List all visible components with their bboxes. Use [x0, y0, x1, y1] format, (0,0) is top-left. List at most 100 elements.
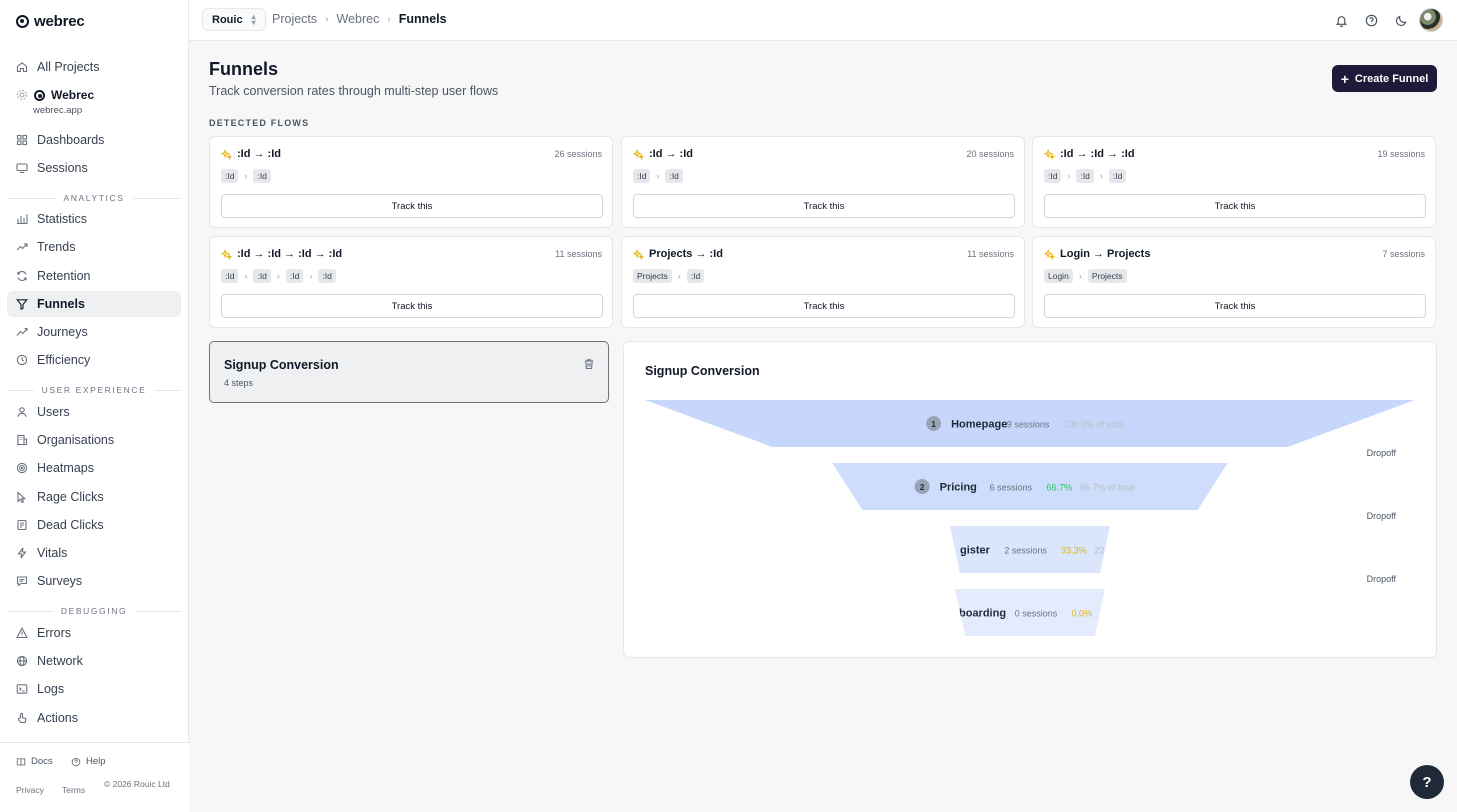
funnel-chart: 1 Homepage 9 sessions 100.0% of total Dropof… — [645, 400, 1415, 636]
funnel-list-item[interactable]: Signup Conversion 4 steps — [209, 341, 609, 403]
sidebar-item-label: Actions — [37, 711, 78, 725]
terms-link[interactable]: Terms — [62, 785, 85, 795]
moon-icon[interactable] — [1393, 12, 1409, 28]
chevron-right-icon: › — [244, 271, 248, 281]
sidebar-item-label: Surveys — [37, 574, 83, 588]
monitor-icon — [16, 162, 28, 174]
sidebar-item-label: Efficiency — [37, 353, 91, 367]
book-icon — [16, 757, 26, 767]
sidebar-item-journeys[interactable]: Journeys — [7, 319, 181, 345]
trash-icon[interactable] — [583, 358, 595, 370]
sidebar-item-actions[interactable]: Actions — [7, 705, 181, 731]
sidebar-item-funnels[interactable]: Funnels — [7, 291, 181, 317]
sidebar-item-label: Trends — [37, 240, 76, 254]
chevron-updown-icon: ▴ ▾ — [251, 11, 256, 27]
grid-icon — [16, 134, 28, 146]
settings-icon[interactable] — [16, 89, 28, 101]
bar-chart-icon — [16, 213, 28, 225]
step-label: Homepage — [951, 419, 1007, 431]
flow-card: :Id → :Id 20 sessions :Id › :Id Track th… — [621, 136, 1025, 228]
user-icon — [16, 406, 28, 418]
breadcrumb-projects[interactable]: Projects — [272, 12, 317, 26]
step-stat: 66.7% of total — [1080, 483, 1135, 493]
track-this-button[interactable]: Track this — [633, 194, 1015, 218]
chevron-right-icon: › — [276, 271, 280, 281]
sidebar-item-retention[interactable]: Retention — [7, 263, 181, 289]
brand-logo[interactable]: webrec — [16, 13, 85, 30]
sidebar-item-heatmaps[interactable]: Heatmaps — [7, 455, 181, 481]
sidebar-item-rage-clicks[interactable]: Rage Clicks — [7, 484, 181, 510]
sidebar-item-statistics[interactable]: Statistics — [7, 206, 181, 232]
sparkle-icon — [221, 248, 232, 260]
help-label: Help — [86, 756, 106, 767]
chevron-right-icon: › — [656, 171, 660, 181]
sidebar-item-label: Heatmaps — [37, 461, 94, 475]
sidebar-item-organisations[interactable]: Organisations — [7, 427, 181, 453]
track-this-button[interactable]: Track this — [221, 194, 603, 218]
sidebar-item-users[interactable]: Users — [7, 399, 181, 425]
track-this-button[interactable]: Track this — [633, 294, 1015, 318]
track-this-button[interactable]: Track this — [1044, 194, 1426, 218]
step-chip: :Id — [686, 269, 705, 283]
sidebar-item-dead-clicks[interactable]: Dead Clicks — [7, 512, 181, 538]
breadcrumb: Projects › Webrec › Funnels — [272, 12, 447, 26]
project-logo-icon — [34, 89, 45, 101]
docs-link[interactable]: Docs — [16, 756, 53, 767]
step-chip: :Id — [221, 269, 239, 283]
dropoff-label: Dropoff — [1367, 448, 1397, 458]
chevron-right-icon: › — [309, 271, 313, 281]
create-funnel-button[interactable]: + Create Funnel — [1332, 65, 1437, 92]
refresh-icon — [16, 270, 28, 282]
sidebar-item-errors[interactable]: Errors — [7, 620, 181, 646]
sparkle-icon — [633, 248, 644, 260]
help-link[interactable]: Help — [71, 756, 106, 767]
step-stat: 9 sessions — [1007, 420, 1050, 430]
help-icon[interactable] — [1363, 12, 1379, 28]
chat-help-icon: ? — [1422, 773, 1432, 791]
sidebar-item-label: Dead Clicks — [37, 518, 104, 532]
breadcrumb-webrec[interactable]: Webrec — [337, 12, 380, 26]
clock-icon — [16, 354, 28, 366]
flow-sessions: 11 sessions — [967, 249, 1014, 259]
heatmap-icon — [16, 462, 28, 474]
privacy-link[interactable]: Privacy — [16, 785, 44, 795]
footer-dot: · — [52, 785, 55, 795]
current-project[interactable]: Webrec webrec.app — [16, 88, 94, 116]
sidebar-footer: Docs Help Privacy · Terms · © 2026 Rouic… — [0, 742, 189, 812]
track-this-button[interactable]: Track this — [221, 294, 603, 318]
section-label-user-experience: USER EXPERIENCE — [7, 385, 181, 395]
support-chat-button[interactable]: ? — [1410, 765, 1444, 799]
sidebar-item-dashboards[interactable]: Dashboards — [7, 127, 181, 153]
track-this-button[interactable]: Track this — [1044, 294, 1426, 318]
funnel-stage-labels: boarding 0 sessions 0.0% 0. — [959, 608, 1105, 620]
help-circle-icon — [71, 757, 81, 767]
sidebar-item-sessions[interactable]: Sessions — [7, 155, 181, 181]
bell-icon[interactable] — [1333, 12, 1349, 28]
sidebar-item-logs[interactable]: Logs — [7, 676, 181, 702]
funnel-step-count: 4 steps — [224, 378, 254, 388]
sidebar-item-label: Sessions — [37, 161, 88, 175]
step-number: 1 — [931, 419, 936, 429]
flow-sessions: 7 sessions — [1382, 249, 1425, 259]
step-label: Pricing — [940, 482, 977, 494]
sidebar-item-network[interactable]: Network — [7, 648, 181, 674]
step-chip: :Id — [221, 169, 239, 183]
sidebar-item-efficiency[interactable]: Efficiency — [7, 347, 181, 373]
chevron-right-icon: › — [1078, 271, 1082, 281]
avatar[interactable] — [1419, 8, 1443, 32]
step-chip: Projects — [633, 269, 672, 283]
sidebar-item-all-projects[interactable]: All Projects — [7, 54, 181, 80]
sidebar-item-vitals[interactable]: Vitals — [7, 540, 181, 566]
step-stat: 2 sessions — [1004, 546, 1047, 556]
sidebar-item-surveys[interactable]: Surveys — [7, 568, 181, 594]
step-stat: 33.3% — [1061, 546, 1087, 556]
flow-title: Login → Projects — [1060, 248, 1151, 260]
flow-sessions: 19 sessions — [1377, 149, 1425, 159]
funnel-icon — [16, 298, 28, 310]
org-switcher[interactable]: Rouic ▴ ▾ — [202, 8, 266, 31]
step-chip: :Id — [1076, 169, 1094, 183]
flow-sessions: 11 sessions — [555, 249, 602, 259]
flow-card: :Id → :Id → :Id → :Id 11 sessions :Id › … — [209, 236, 613, 328]
sidebar-item-trends[interactable]: Trends — [7, 234, 181, 260]
webrec-logo-icon — [16, 15, 29, 28]
